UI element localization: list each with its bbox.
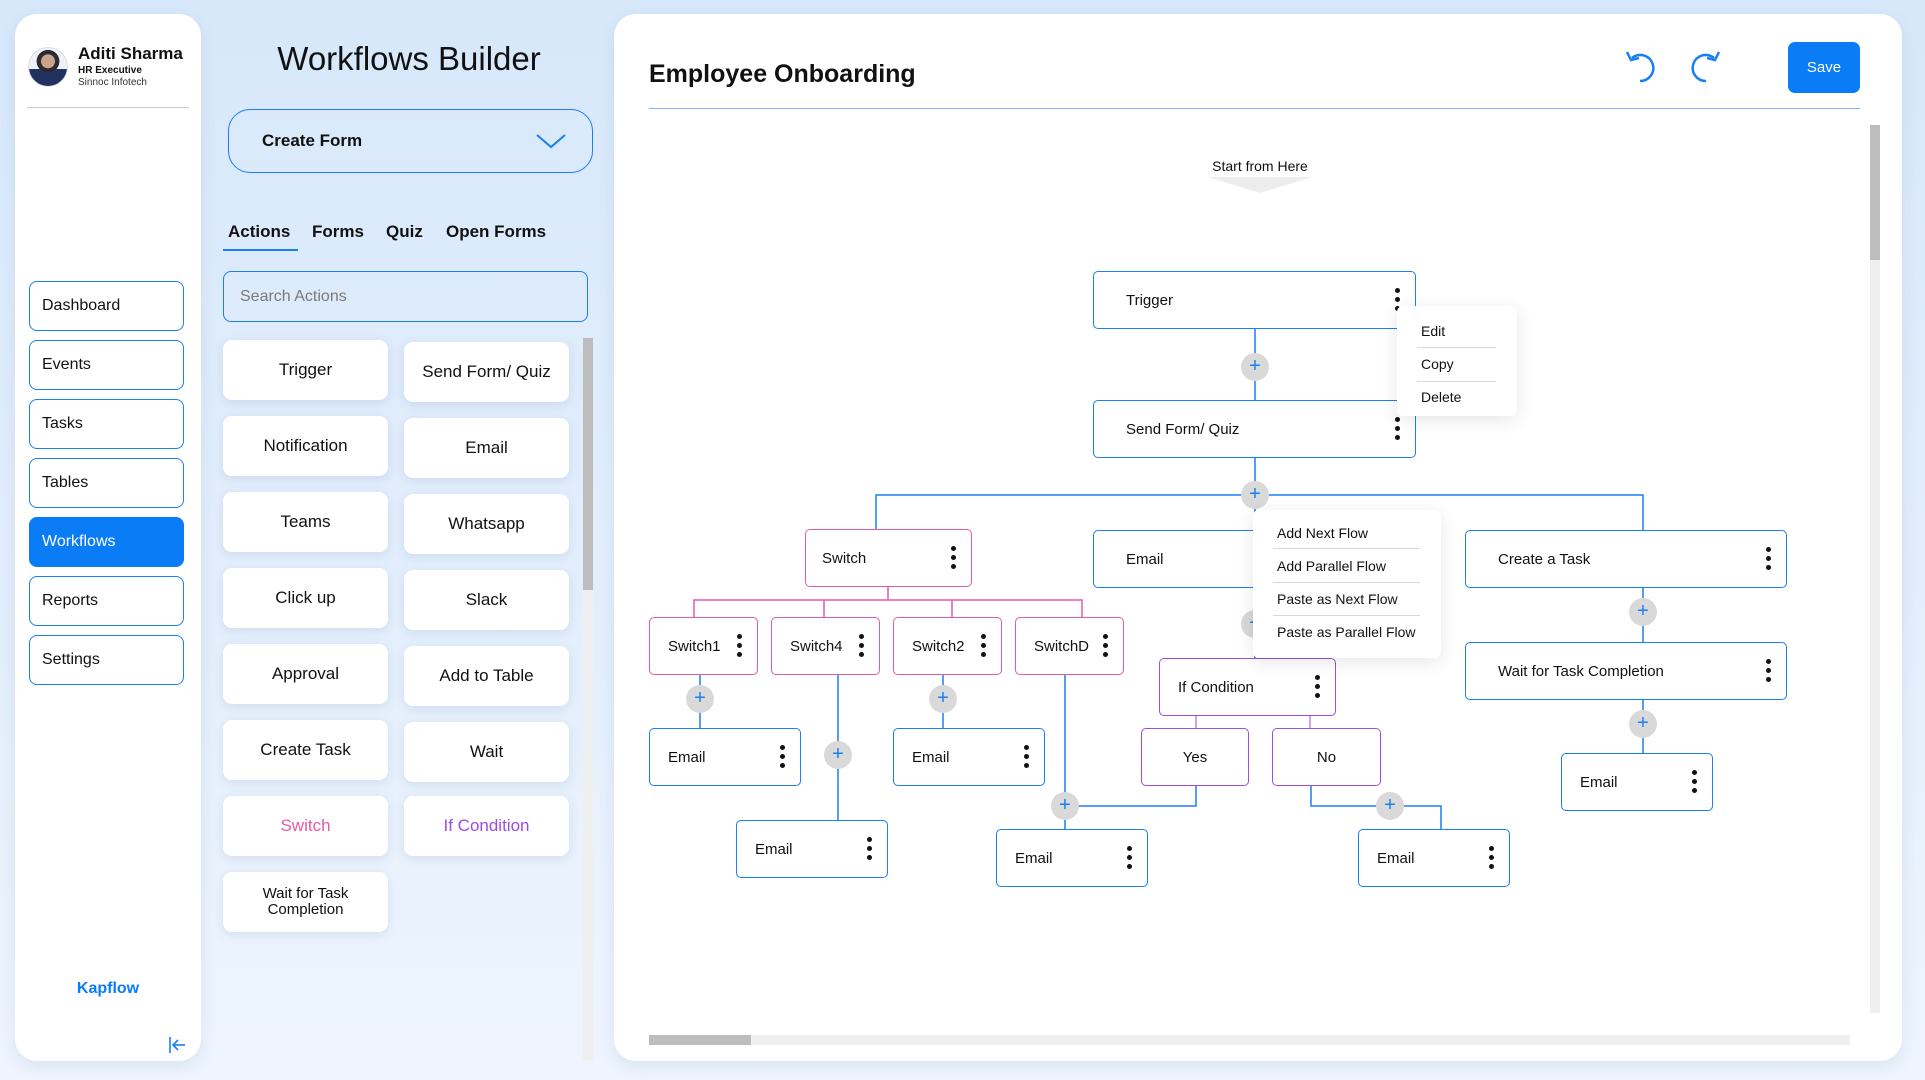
node-email-task[interactable]: Email <box>1561 753 1713 811</box>
kebab-menu-icon[interactable] <box>949 546 957 572</box>
kebab-menu-icon[interactable] <box>1313 675 1321 701</box>
node-email-switch4[interactable]: Email <box>736 820 888 878</box>
kebab-menu-icon[interactable] <box>1125 846 1133 872</box>
add-step-button[interactable]: + <box>1241 481 1269 509</box>
node-label: Send Form/ Quiz <box>1126 420 1240 438</box>
node-if-condition[interactable]: If Condition <box>1159 658 1336 716</box>
canvas-horizontal-scrollbar-thumb[interactable] <box>649 1035 751 1045</box>
add-step-button[interactable]: + <box>1629 710 1657 738</box>
node-label: Switch1 <box>668 637 721 655</box>
node-label: SwitchD <box>1034 637 1090 655</box>
node-label: Switch <box>822 549 867 567</box>
kebab-menu-icon[interactable] <box>735 634 743 660</box>
add-step-button[interactable]: + <box>1629 598 1657 626</box>
node-email-switch1[interactable]: Email <box>649 728 801 786</box>
add-step-button[interactable]: + <box>1241 353 1269 381</box>
node-switch4[interactable]: Switch4 <box>771 617 880 675</box>
node-label: Create a Task <box>1498 550 1591 568</box>
node-email[interactable]: Email <box>1093 530 1273 588</box>
node-label: Yes <box>1182 748 1208 766</box>
kebab-menu-icon[interactable] <box>1764 659 1772 685</box>
node-label: Email <box>912 748 950 766</box>
kebab-menu-icon[interactable] <box>1764 547 1772 573</box>
switch-connector-line <box>693 599 1083 617</box>
canvas-vertical-scrollbar-thumb[interactable] <box>1870 125 1880 260</box>
menu-divider <box>1273 615 1420 616</box>
kebab-menu-icon[interactable] <box>1690 770 1698 796</box>
kebab-menu-icon[interactable] <box>778 745 786 771</box>
add-flow-menu: Add Next Flow Add Parallel Flow Paste as… <box>1253 510 1441 658</box>
node-email-switch2[interactable]: Email <box>893 728 1045 786</box>
node-label: Switch2 <box>912 637 965 655</box>
menu-item-copy[interactable]: Copy <box>1421 356 1454 372</box>
node-email-switchd[interactable]: Email <box>996 829 1148 887</box>
node-create-a-task[interactable]: Create a Task <box>1465 530 1787 588</box>
kebab-menu-icon[interactable] <box>979 634 987 660</box>
node-label: Email <box>1015 849 1053 867</box>
node-label: Switch4 <box>790 637 843 655</box>
node-label: Email <box>1580 773 1618 791</box>
node-yes[interactable]: Yes <box>1141 728 1249 786</box>
node-no[interactable]: No <box>1272 728 1381 786</box>
kebab-menu-icon[interactable] <box>1022 745 1030 771</box>
node-label: Email <box>755 840 793 858</box>
menu-item-paste-next-flow[interactable]: Paste as Next Flow <box>1277 591 1398 607</box>
node-label: Trigger <box>1126 291 1173 309</box>
kebab-menu-icon[interactable] <box>857 634 865 660</box>
menu-divider <box>1417 347 1496 348</box>
menu-divider <box>1417 381 1496 382</box>
node-label: Wait for Task Completion <box>1498 662 1664 680</box>
node-label: If Condition <box>1178 678 1254 696</box>
node-email-no[interactable]: Email <box>1358 829 1510 887</box>
node-label: Email <box>1377 849 1415 867</box>
menu-item-add-parallel-flow[interactable]: Add Parallel Flow <box>1277 558 1386 574</box>
node-label: Email <box>1126 550 1164 568</box>
add-step-button[interactable]: + <box>824 741 852 769</box>
menu-item-delete[interactable]: Delete <box>1421 389 1461 405</box>
canvas-horizontal-scrollbar[interactable] <box>649 1035 1850 1045</box>
menu-divider <box>1273 582 1420 583</box>
node-label: Email <box>668 748 706 766</box>
add-step-button[interactable]: + <box>686 685 714 713</box>
add-step-button[interactable]: + <box>929 685 957 713</box>
kebab-menu-icon[interactable] <box>865 837 873 863</box>
node-context-menu: Edit Copy Delete <box>1397 306 1517 416</box>
node-label: No <box>1316 748 1337 766</box>
node-wait-for-task-completion[interactable]: Wait for Task Completion <box>1465 642 1787 700</box>
node-switch1[interactable]: Switch1 <box>649 617 758 675</box>
add-step-button[interactable]: + <box>1051 792 1079 820</box>
menu-item-add-next-flow[interactable]: Add Next Flow <box>1277 525 1368 541</box>
kebab-menu-icon[interactable] <box>1393 417 1401 443</box>
node-switchd[interactable]: SwitchD <box>1015 617 1124 675</box>
menu-item-edit[interactable]: Edit <box>1421 323 1445 339</box>
menu-divider <box>1273 548 1420 549</box>
node-trigger[interactable]: Trigger <box>1093 271 1416 329</box>
node-switch2[interactable]: Switch2 <box>893 617 1002 675</box>
add-step-button[interactable]: + <box>1376 792 1404 820</box>
node-send-form-quiz[interactable]: Send Form/ Quiz <box>1093 400 1416 458</box>
kebab-menu-icon[interactable] <box>1487 846 1495 872</box>
menu-item-paste-parallel-flow[interactable]: Paste as Parallel Flow <box>1277 624 1416 640</box>
node-switch[interactable]: Switch <box>805 529 972 587</box>
kebab-menu-icon[interactable] <box>1101 634 1109 660</box>
